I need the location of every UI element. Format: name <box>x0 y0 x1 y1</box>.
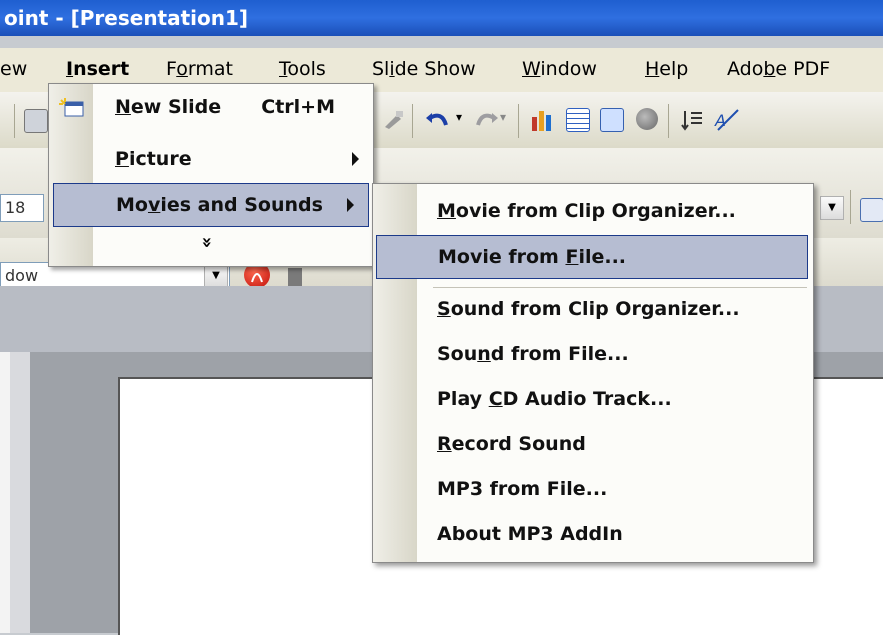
menu-slide-show[interactable]: Slide Show <box>372 58 476 80</box>
redo-icon[interactable] <box>470 107 498 129</box>
menu-item-movies-and-sounds[interactable]: Movies and Sounds <box>53 183 369 227</box>
toolbar-separator <box>518 104 519 138</box>
title-bar: oint - [Presentation1] <box>0 0 883 36</box>
menu-tools[interactable]: Tools <box>279 58 326 80</box>
submenu-arrow-icon <box>352 152 359 166</box>
insert-menu: New Slide Ctrl+M Picture Movies and Soun… <box>48 83 374 267</box>
menu-format[interactable]: Format <box>166 58 233 80</box>
new-slide-shortcut: Ctrl+M <box>261 96 335 118</box>
insert-table-icon[interactable] <box>566 108 590 132</box>
menu-view[interactable]: ew <box>0 58 27 80</box>
insert-hyperlink-icon[interactable] <box>636 108 658 130</box>
window-title: oint - [Presentation1] <box>4 6 249 30</box>
font-color-dropdown[interactable]: ▼ <box>820 196 844 220</box>
menu-item-mp3-from-file[interactable]: MP3 from File... <box>373 468 813 512</box>
slide-design-icon[interactable] <box>860 198 883 222</box>
undo-icon[interactable] <box>424 107 448 129</box>
movies-and-sounds-submenu: Movie from Clip Organizer... Movie from … <box>372 183 814 563</box>
pane-splitter[interactable] <box>10 352 30 633</box>
menu-adobe-pdf[interactable]: Adobe PDF <box>727 58 830 80</box>
toolbar-separator <box>668 104 669 138</box>
menu-help[interactable]: Help <box>645 58 688 80</box>
toolbar-separator <box>850 190 851 224</box>
show-formatting-icon[interactable]: A <box>714 108 739 131</box>
menu-item-picture[interactable]: Picture <box>49 138 373 182</box>
undo-dropdown-icon[interactable]: ▾ <box>456 110 462 124</box>
submenu-arrow-icon <box>347 198 354 212</box>
toolbar-separator <box>412 104 413 138</box>
expand-all-icon[interactable] <box>680 108 702 131</box>
menu-insert[interactable]: Insert <box>66 58 129 80</box>
font-size-combo[interactable]: 18 <box>0 194 44 222</box>
redo-dropdown-icon[interactable]: ▾ <box>500 110 506 124</box>
menu-window[interactable]: Window <box>522 58 597 80</box>
menu-item-movie-from-clip-organizer[interactable]: Movie from Clip Organizer... <box>373 190 813 234</box>
menu-item-movie-from-file[interactable]: Movie from File... <box>376 235 808 279</box>
menu-item-sound-from-clip-organizer[interactable]: Sound from Clip Organizer... <box>373 288 813 332</box>
format-painter-icon[interactable] <box>382 109 404 131</box>
menu-item-play-cd-audio-track[interactable]: Play CD Audio Track... <box>373 378 813 422</box>
insert-chart-icon[interactable] <box>530 107 552 131</box>
print-icon[interactable] <box>24 109 48 133</box>
expand-menu-icon[interactable]: » <box>196 237 217 249</box>
menu-item-about-mp3-addin[interactable]: About MP3 AddIn <box>373 513 813 557</box>
menu-item-sound-from-file[interactable]: Sound from File... <box>373 333 813 377</box>
toolbar-separator <box>14 104 15 138</box>
menu-item-new-slide[interactable]: New Slide Ctrl+M <box>49 86 373 130</box>
tables-borders-icon[interactable] <box>600 108 624 132</box>
style-dropdown[interactable]: ▼ <box>204 264 228 288</box>
menu-item-record-sound[interactable]: Record Sound <box>373 423 813 467</box>
